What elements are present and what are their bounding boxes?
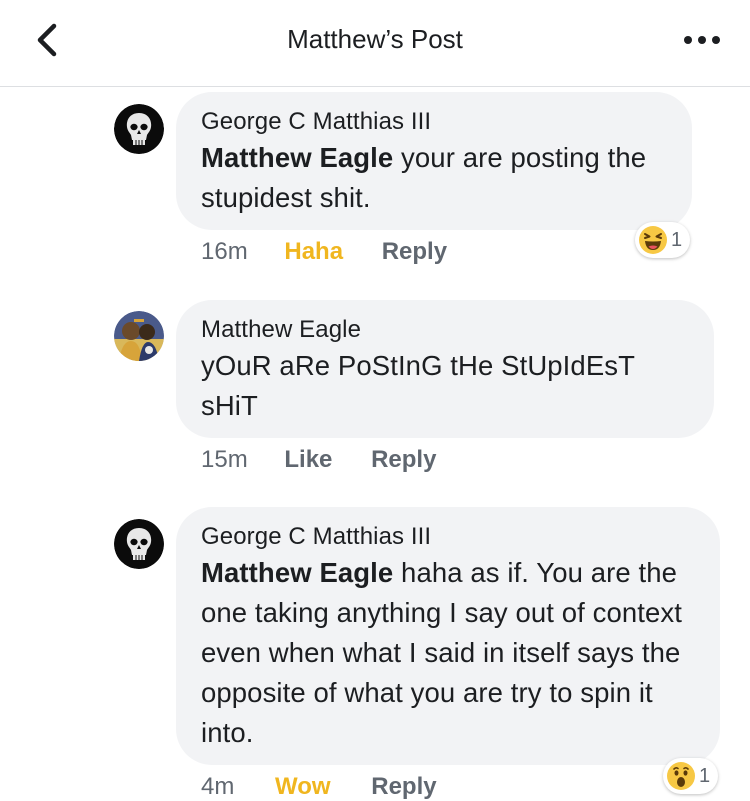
skull-avatar-icon bbox=[114, 104, 164, 154]
reaction-summary[interactable]: 1 bbox=[663, 758, 719, 794]
comment-bubble[interactable]: George C Matthias III Matthew Eagle your… bbox=[176, 92, 692, 230]
avatar[interactable] bbox=[114, 311, 164, 361]
reaction-count: 1 bbox=[699, 764, 711, 787]
profile-photo-icon bbox=[114, 311, 164, 361]
page-title: Matthew’s Post bbox=[287, 24, 463, 54]
comment-timestamp[interactable]: 4m bbox=[201, 773, 234, 801]
comment-text: Matthew Eagle haha as if. You are the on… bbox=[201, 553, 696, 753]
top-bar: Matthew’s Post bbox=[0, 0, 750, 87]
wow-reaction-button[interactable]: Wow bbox=[275, 773, 331, 801]
more-options-button[interactable] bbox=[680, 30, 724, 50]
mention-link[interactable]: Matthew Eagle bbox=[201, 142, 393, 173]
like-button[interactable]: Like bbox=[284, 446, 332, 474]
comment-actions: 15m Like Reply bbox=[201, 446, 436, 474]
reply-button[interactable]: Reply bbox=[371, 446, 436, 474]
comment-body: yOuR aRe PoStInG tHe StUpIdEsT sHiT bbox=[201, 350, 635, 421]
comment-author[interactable]: Matthew Eagle bbox=[201, 314, 690, 346]
haha-reaction-button[interactable]: Haha bbox=[284, 238, 343, 266]
reaction-summary[interactable]: 1 bbox=[635, 222, 691, 258]
comment-author[interactable]: George C Matthias III bbox=[201, 106, 668, 138]
comment-timestamp[interactable]: 16m bbox=[201, 238, 248, 266]
avatar[interactable] bbox=[114, 104, 164, 154]
comment-author[interactable]: George C Matthias III bbox=[201, 521, 696, 553]
comment-text: Matthew Eagle your are posting the stupi… bbox=[201, 138, 668, 218]
comment-bubble[interactable]: Matthew Eagle yOuR aRe PoStInG tHe StUpI… bbox=[176, 300, 714, 438]
reply-button[interactable]: Reply bbox=[382, 238, 447, 266]
wow-emoji-icon bbox=[667, 762, 695, 790]
reply-button[interactable]: Reply bbox=[371, 773, 436, 801]
more-horizontal-icon bbox=[684, 36, 720, 44]
comment-timestamp[interactable]: 15m bbox=[201, 446, 248, 474]
skull-avatar-icon bbox=[114, 519, 164, 569]
comment-actions: 16m Haha Reply bbox=[201, 238, 447, 266]
comment-actions: 4m Wow Reply bbox=[201, 773, 437, 801]
reaction-count: 1 bbox=[671, 228, 683, 251]
mention-link[interactable]: Matthew Eagle bbox=[201, 557, 393, 588]
avatar[interactable] bbox=[114, 519, 164, 569]
comment-bubble[interactable]: George C Matthias III Matthew Eagle haha… bbox=[176, 507, 720, 765]
haha-emoji-icon bbox=[639, 226, 667, 254]
